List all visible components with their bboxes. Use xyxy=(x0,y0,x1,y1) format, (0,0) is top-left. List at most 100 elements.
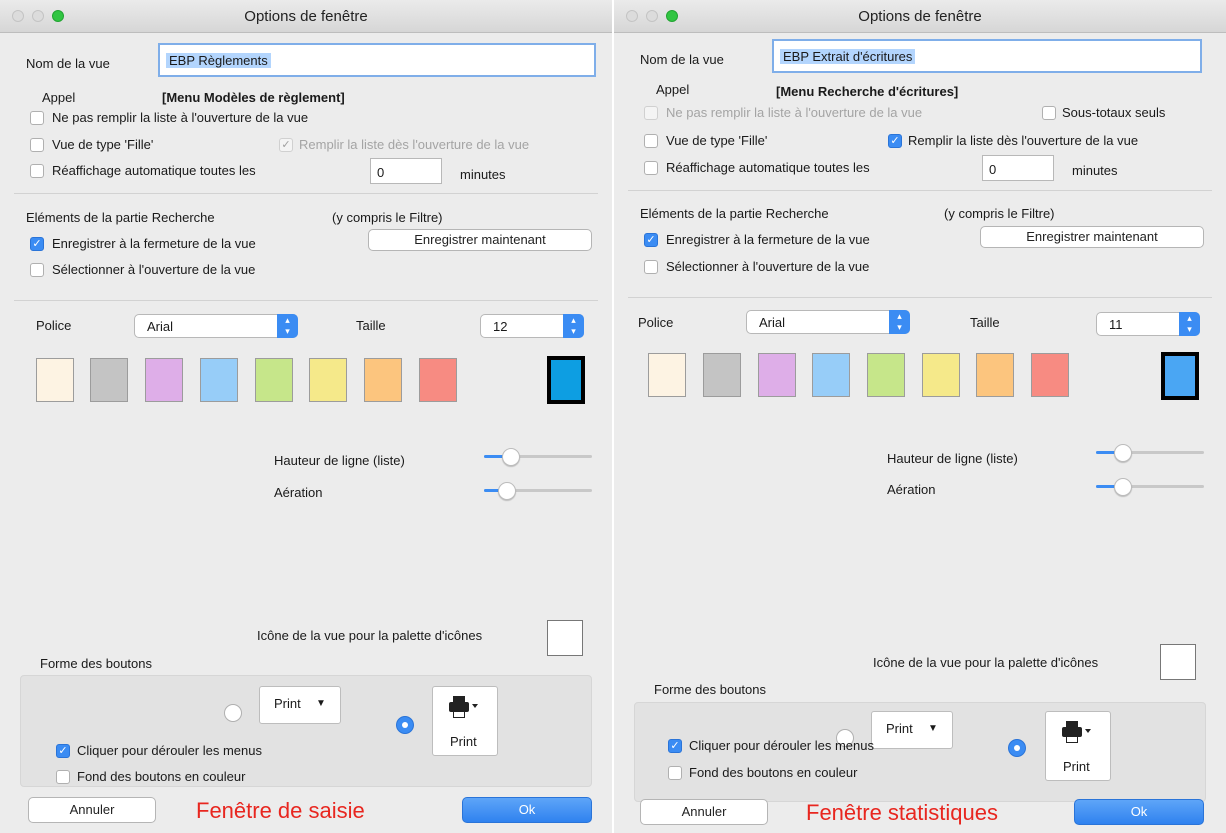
click-menus-checkbox[interactable]: ✓ xyxy=(668,739,682,753)
no-fill-checkbox[interactable] xyxy=(644,106,658,120)
subtotals-checkbox[interactable] xyxy=(1042,106,1056,120)
spacing-slider[interactable] xyxy=(1096,478,1204,496)
dropdown-arrow-icon: ▼ xyxy=(316,698,326,709)
save-on-close-checkbox[interactable]: ✓ xyxy=(644,233,658,247)
selected-color-swatch[interactable] xyxy=(547,356,585,404)
search-section-note: (y compris le Filtre) xyxy=(332,210,443,225)
view-name-input[interactable]: EBP Extrait d'écritures xyxy=(772,39,1202,73)
text-button-radio[interactable] xyxy=(224,704,242,722)
appel-value: [Menu Modèles de règlement] xyxy=(162,90,345,105)
select-on-open-label: Sélectionner à l'ouverture de la vue xyxy=(52,262,256,277)
slider-knob[interactable] xyxy=(502,448,520,466)
color-swatch[interactable] xyxy=(976,353,1014,397)
font-select[interactable]: Arial ▴ ▾ xyxy=(134,314,298,338)
color-swatch[interactable] xyxy=(419,358,457,402)
color-swatch[interactable] xyxy=(703,353,741,397)
row-height-slider[interactable] xyxy=(484,448,592,466)
save-now-button[interactable]: Enregistrer maintenant xyxy=(368,229,592,251)
no-fill-label: Ne pas remplir la liste à l'ouverture de… xyxy=(52,110,309,125)
print-icon-label: Print xyxy=(1063,759,1090,774)
color-swatch[interactable] xyxy=(90,358,128,402)
color-swatch[interactable] xyxy=(1031,353,1069,397)
palette-icon-box[interactable] xyxy=(547,620,583,656)
selected-color-swatch[interactable] xyxy=(1161,352,1199,400)
search-section-title: Eléments de la partie Recherche xyxy=(640,206,829,221)
size-label: Taille xyxy=(356,318,386,333)
row-height-slider[interactable] xyxy=(1096,444,1204,462)
auto-refresh-checkbox[interactable] xyxy=(30,164,44,178)
button-shape-group: Print ▼ Print ✓ Cliquer pour dérouler le… xyxy=(20,675,592,787)
color-swatch[interactable] xyxy=(145,358,183,402)
color-swatch[interactable] xyxy=(364,358,402,402)
view-name-input[interactable]: EBP Règlements xyxy=(158,43,596,77)
icon-button-radio[interactable] xyxy=(396,716,414,734)
color-swatch[interactable] xyxy=(758,353,796,397)
color-swatch[interactable] xyxy=(812,353,850,397)
daughter-view-label: Vue de type 'Fille' xyxy=(52,137,154,152)
select-on-open-checkbox[interactable] xyxy=(644,260,658,274)
size-label: Taille xyxy=(970,315,1000,330)
color-swatch[interactable] xyxy=(648,353,686,397)
search-section-note: (y compris le Filtre) xyxy=(944,206,1055,221)
slider-knob[interactable] xyxy=(1114,444,1132,462)
click-menus-label: Cliquer pour dérouler les menus xyxy=(77,743,262,758)
click-menus-checkbox[interactable]: ✓ xyxy=(56,744,70,758)
chevron-updown-icon: ▴ ▾ xyxy=(277,314,298,338)
ok-button[interactable]: Ok xyxy=(1074,799,1204,825)
font-label: Police xyxy=(36,318,72,333)
print-text-label: Print xyxy=(886,721,913,736)
daughter-view-checkbox[interactable] xyxy=(30,138,44,152)
fill-on-open-checkbox[interactable]: ✓ xyxy=(888,134,902,148)
separator xyxy=(14,193,598,194)
window-title: Options de fenêtre xyxy=(244,8,368,25)
color-swatch[interactable] xyxy=(200,358,238,402)
save-on-close-label: Enregistrer à la fermeture de la vue xyxy=(52,236,256,251)
view-name-value: EBP Règlements xyxy=(166,53,271,68)
color-swatch[interactable] xyxy=(309,358,347,402)
color-swatch[interactable] xyxy=(922,353,960,397)
refresh-minutes-value: 0 xyxy=(377,165,385,180)
title-bar: Options de fenêtre xyxy=(0,0,612,33)
icon-button-radio[interactable] xyxy=(1008,739,1026,757)
print-text-button-preview: Print ▼ xyxy=(259,686,341,724)
slider-knob[interactable] xyxy=(498,482,516,500)
select-on-open-checkbox[interactable] xyxy=(30,263,44,277)
colored-bg-label: Fond des boutons en couleur xyxy=(689,765,858,780)
search-section-title: Eléments de la partie Recherche xyxy=(26,210,215,225)
fill-on-open-checkbox[interactable]: ✓ xyxy=(279,138,293,152)
auto-refresh-checkbox[interactable] xyxy=(644,161,658,175)
cancel-button[interactable]: Annuler xyxy=(28,797,156,823)
daughter-view-checkbox[interactable] xyxy=(644,134,658,148)
ok-button[interactable]: Ok xyxy=(462,797,592,823)
cancel-button[interactable]: Annuler xyxy=(640,799,768,825)
save-on-close-checkbox[interactable]: ✓ xyxy=(30,237,44,251)
font-label: Police xyxy=(638,315,674,330)
printer-icon xyxy=(449,696,478,718)
separator xyxy=(628,297,1212,298)
no-fill-label: Ne pas remplir la liste à l'ouverture de… xyxy=(666,105,923,120)
save-now-button[interactable]: Enregistrer maintenant xyxy=(980,226,1204,248)
spacing-slider[interactable] xyxy=(484,482,592,500)
font-select[interactable]: Arial ▴ ▾ xyxy=(746,310,910,334)
colored-bg-checkbox[interactable] xyxy=(56,770,70,784)
print-text-label: Print xyxy=(274,696,301,711)
print-text-button-preview: Print ▼ xyxy=(871,711,953,749)
color-swatch[interactable] xyxy=(255,358,293,402)
view-name-value: EBP Extrait d'écritures xyxy=(780,49,916,64)
refresh-minutes-input[interactable]: 0 xyxy=(982,155,1054,181)
font-select-value: Arial xyxy=(147,319,174,334)
size-select[interactable]: 12 ▴ ▾ xyxy=(480,314,584,338)
appel-label: Appel xyxy=(42,90,76,105)
size-select[interactable]: 11 ▴ ▾ xyxy=(1096,312,1200,336)
size-select-value: 11 xyxy=(1109,317,1123,332)
minutes-label: minutes xyxy=(1072,163,1118,178)
no-fill-checkbox[interactable] xyxy=(30,111,44,125)
palette-icon-box[interactable] xyxy=(1160,644,1196,680)
slider-knob[interactable] xyxy=(1114,478,1132,496)
refresh-minutes-input[interactable]: 0 xyxy=(370,158,442,184)
spacing-label: Aération xyxy=(274,485,323,500)
fill-on-open-label: Remplir la liste dès l'ouverture de la v… xyxy=(299,137,530,152)
color-swatch[interactable] xyxy=(36,358,74,402)
colored-bg-checkbox[interactable] xyxy=(668,766,682,780)
color-swatch[interactable] xyxy=(867,353,905,397)
